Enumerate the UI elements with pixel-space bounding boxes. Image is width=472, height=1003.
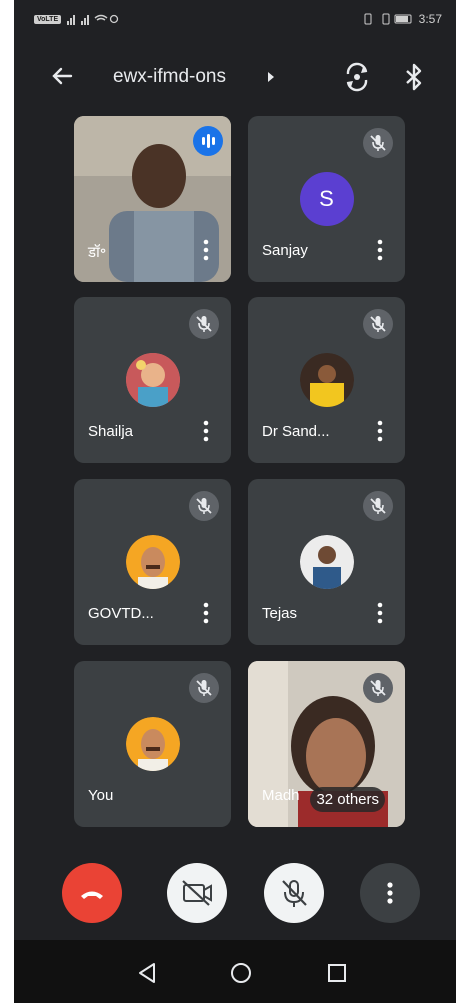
- meeting-header: ewx-ifmd-ons: [14, 52, 456, 102]
- muted-indicator: [363, 309, 393, 339]
- participant-tile[interactable]: डॉ॰: [74, 116, 231, 282]
- avatar: [125, 535, 180, 589]
- participant-name: Shailja: [88, 423, 134, 440]
- muted-indicator: [189, 673, 219, 703]
- status-time: 3:57: [418, 12, 442, 26]
- participant-name: Dr Sand...: [262, 423, 330, 440]
- mic-off-icon: [196, 680, 212, 696]
- participant-name: डॉ॰: [88, 244, 107, 261]
- camera-off-icon: [182, 880, 212, 906]
- switch-camera-icon[interactable]: [342, 62, 372, 92]
- participant-name: You: [88, 787, 114, 804]
- avatar-image: [299, 535, 354, 589]
- volte-chip: VoLTE: [34, 14, 62, 24]
- avatar: [125, 353, 180, 407]
- more-vert-icon[interactable]: [203, 238, 209, 262]
- more-vert-icon[interactable]: [203, 601, 209, 625]
- muted-indicator: [189, 309, 219, 339]
- participant-name: Madh: [262, 787, 300, 804]
- muted-indicator: [363, 128, 393, 158]
- mic-off-icon: [196, 316, 212, 332]
- mic-off-icon: [282, 880, 307, 907]
- mic-off-icon: [370, 316, 386, 332]
- end-call-button[interactable]: [62, 863, 122, 923]
- audio-wave-icon: [202, 134, 215, 148]
- participant-tile[interactable]: Shailja: [74, 297, 231, 463]
- participant-name: GOVTD...: [88, 605, 154, 622]
- vibrate-icon: [364, 13, 412, 25]
- more-vert-icon: [387, 882, 393, 904]
- avatar-image: [299, 353, 354, 407]
- participant-name: Tejas: [262, 605, 298, 622]
- arrow-left-icon[interactable]: [46, 60, 78, 92]
- avatar: [125, 717, 180, 771]
- meeting-code[interactable]: ewx-ifmd-ons: [113, 66, 226, 88]
- participant-name: Sanjay: [262, 242, 308, 259]
- mic-off-icon: [370, 498, 386, 514]
- mic-off-icon: [370, 680, 386, 696]
- caret-right-icon[interactable]: [268, 72, 274, 82]
- participant-tile[interactable]: Tejas: [248, 479, 405, 645]
- status-bar: VoLTE 3:57: [14, 0, 456, 40]
- more-vert-icon[interactable]: [203, 419, 209, 443]
- avatar: [299, 353, 354, 407]
- more-vert-icon[interactable]: [377, 601, 383, 625]
- muted-indicator: [189, 491, 219, 521]
- call-controls: [14, 855, 456, 925]
- more-vert-icon[interactable]: [377, 419, 383, 443]
- mic-toggle-button[interactable]: [264, 863, 324, 923]
- more-options-button[interactable]: [360, 863, 420, 923]
- signal-icon: [67, 14, 119, 25]
- nav-home-icon[interactable]: [228, 960, 254, 986]
- participant-tile[interactable]: Dr Sand...: [248, 297, 405, 463]
- avatar-image: [125, 535, 180, 589]
- end-call-icon: [81, 891, 103, 899]
- more-vert-icon[interactable]: [377, 238, 383, 262]
- muted-indicator: [363, 673, 393, 703]
- phone-screen: VoLTE 3:57 ewx-ifmd-ons डॉ॰ S Sanjay Sha…: [14, 0, 456, 1003]
- status-left: VoLTE: [34, 13, 119, 25]
- others-count-badge[interactable]: 32 others: [310, 787, 385, 812]
- avatar: [299, 535, 354, 589]
- bluetooth-icon[interactable]: [402, 62, 426, 92]
- nav-back-icon[interactable]: [134, 960, 160, 986]
- status-right: 3:57: [363, 12, 442, 26]
- participant-tile[interactable]: GOVTD...: [74, 479, 231, 645]
- avatar: S: [299, 172, 354, 226]
- participant-tile[interactable]: S Sanjay: [248, 116, 405, 282]
- system-nav-bar: [14, 940, 456, 1003]
- avatar-image: [125, 717, 180, 771]
- participant-tile[interactable]: Madh 32 others: [248, 661, 405, 827]
- participant-tile[interactable]: You: [74, 661, 231, 827]
- mic-off-icon: [370, 135, 386, 151]
- nav-recents-icon[interactable]: [324, 960, 350, 986]
- camera-toggle-button[interactable]: [167, 863, 227, 923]
- speaking-indicator: [193, 126, 223, 156]
- mic-off-icon: [196, 498, 212, 514]
- muted-indicator: [363, 491, 393, 521]
- avatar-image: [125, 353, 180, 407]
